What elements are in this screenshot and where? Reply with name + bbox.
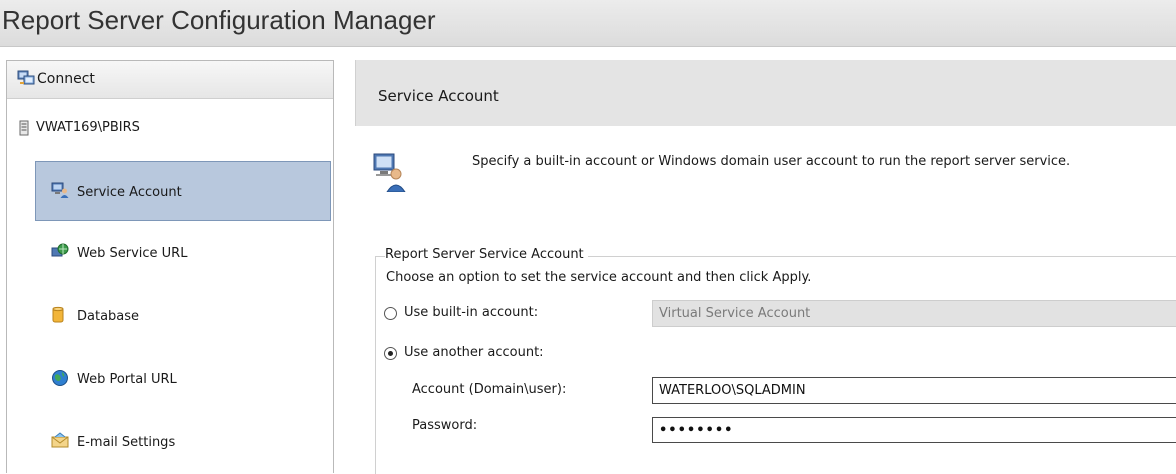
sidebar-item-web-service-url[interactable]: Web Service URL bbox=[35, 222, 331, 282]
sidebar-item-web-portal-url[interactable]: Web Portal URL bbox=[35, 348, 331, 408]
sidebar-item-email-settings[interactable]: E-mail Settings bbox=[35, 411, 331, 471]
another-account-radio[interactable] bbox=[384, 347, 397, 360]
connect-button[interactable]: Connect bbox=[7, 61, 333, 99]
builtin-account-select[interactable]: Virtual Service Account bbox=[652, 300, 1176, 327]
email-icon bbox=[51, 432, 69, 452]
group-description: Choose an option to set the service acco… bbox=[386, 270, 812, 285]
section-title: Service Account bbox=[378, 87, 499, 105]
password-input[interactable]: •••••••• bbox=[652, 417, 1176, 443]
sidebar-item-label: Web Service URL bbox=[77, 246, 188, 261]
connect-icon bbox=[17, 70, 35, 90]
section-header: Service Account bbox=[355, 60, 1176, 126]
builtin-account-label: Use built-in account: bbox=[404, 305, 539, 320]
sidebar-item-service-account[interactable]: Service Account bbox=[35, 161, 331, 221]
server-node[interactable]: VWAT169\PBIRS bbox=[7, 117, 333, 141]
account-label: Account (Domain\user): bbox=[412, 382, 567, 397]
sidebar: Connect VWAT169\PBIRS Service Account We… bbox=[6, 60, 334, 473]
another-account-label: Use another account: bbox=[404, 345, 544, 360]
account-input[interactable]: WATERLOO\SQLADMIN bbox=[652, 377, 1176, 404]
sidebar-item-database[interactable]: Database bbox=[35, 285, 331, 345]
sidebar-item-label: Web Portal URL bbox=[77, 372, 177, 387]
sidebar-item-label: E-mail Settings bbox=[77, 435, 176, 450]
password-label: Password: bbox=[412, 418, 478, 433]
server-name: VWAT169\PBIRS bbox=[36, 120, 140, 135]
service-account-icon bbox=[51, 182, 69, 202]
server-icon bbox=[19, 120, 29, 140]
intro-text: Specify a built-in account or Windows do… bbox=[472, 154, 1071, 169]
title-bar: Report Server Configuration Manager bbox=[0, 0, 1176, 47]
sidebar-item-label: Service Account bbox=[77, 185, 182, 200]
group-title: Report Server Service Account bbox=[385, 247, 588, 262]
web-service-icon bbox=[51, 243, 69, 263]
connect-label: Connect bbox=[37, 71, 95, 87]
sidebar-item-label: Database bbox=[77, 309, 140, 324]
globe-icon bbox=[51, 369, 69, 391]
builtin-account-radio[interactable] bbox=[384, 307, 397, 320]
main-panel: Service Account Specify a built-in accou… bbox=[355, 60, 1176, 474]
database-icon bbox=[51, 306, 65, 328]
service-account-large-icon bbox=[372, 152, 406, 196]
app-title: Report Server Configuration Manager bbox=[2, 5, 436, 35]
